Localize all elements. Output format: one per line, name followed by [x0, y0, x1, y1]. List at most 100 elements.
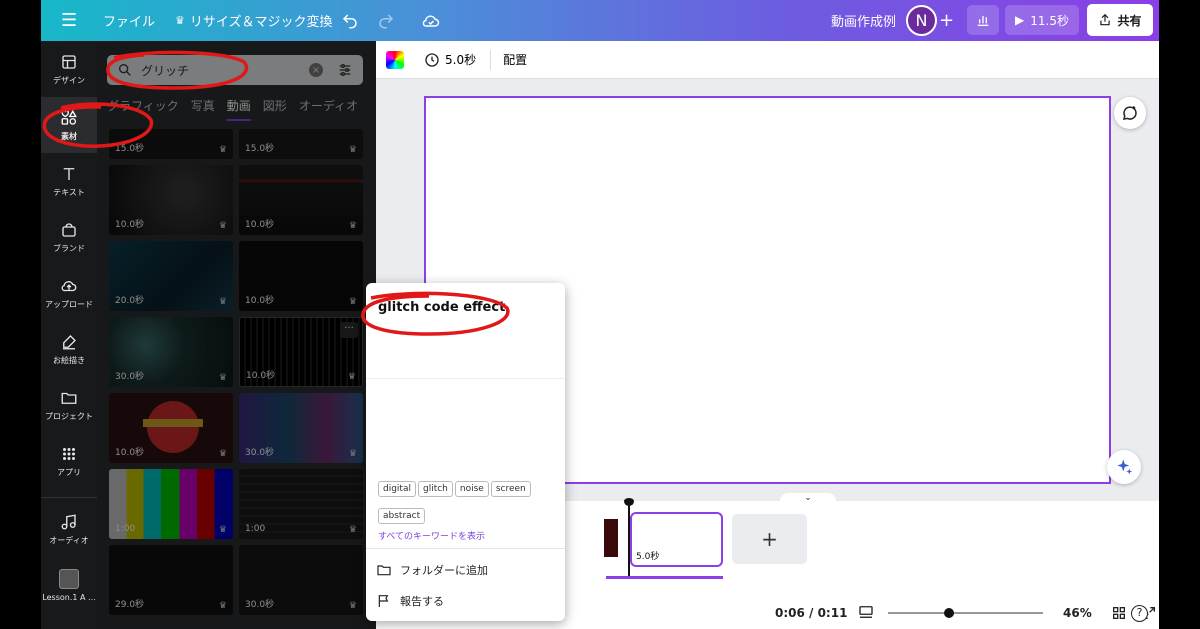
tab-videos[interactable]: 動画	[226, 97, 251, 121]
keyword-tag[interactable]: glitch	[417, 481, 453, 497]
play-duration: 11.5秒	[1030, 13, 1069, 28]
zoom-slider[interactable]	[888, 608, 1043, 618]
sidebar-item-apps[interactable]: アプリ	[41, 433, 97, 489]
toolbar-divider	[490, 49, 492, 70]
play-button[interactable]: ▶ 11.5秒	[1005, 5, 1079, 35]
filter-icon[interactable]	[337, 62, 353, 78]
video-thumb-hovered[interactable]: ··· 10.0秒 ♛	[239, 317, 363, 387]
flag-icon	[378, 595, 389, 607]
crown-icon: ♛	[347, 372, 356, 382]
clear-search-icon[interactable]: ×	[309, 63, 323, 77]
keyword-tag[interactable]: screen	[490, 481, 531, 497]
menu-button[interactable]: ☰	[61, 0, 77, 41]
share-button[interactable]: 共有	[1087, 4, 1153, 36]
sidebar-item-draw[interactable]: お絵描き	[41, 321, 97, 377]
video-results-grid: 15.0秒 ♛ 15.0秒 ♛ 10.0秒 ♛ 10.0秒 ♛ 20.0秒 ♛ …	[109, 129, 364, 629]
search-box[interactable]: ×	[107, 55, 363, 85]
popup-divider	[366, 378, 565, 379]
undo-icon	[342, 13, 357, 28]
crown-icon: ♛	[348, 221, 357, 231]
sidebar-item-elements[interactable]: 素材	[41, 97, 97, 153]
project-title[interactable]: 動画作成例	[831, 0, 896, 41]
more-options-icon[interactable]: ···	[340, 322, 358, 338]
upload-icon	[61, 280, 77, 291]
show-all-keywords-link[interactable]: すべてのキーワードを表示	[378, 529, 485, 542]
video-thumb[interactable]: 1:00 ♛	[239, 469, 363, 539]
text-icon	[63, 167, 75, 180]
tab-audio[interactable]: オーディオ	[299, 97, 358, 121]
video-thumb[interactable]: 15.0秒 ♛	[239, 129, 363, 159]
sidebar-item-brand[interactable]: ブランド	[41, 209, 97, 265]
sidebar-item-projects[interactable]: プロジェクト	[41, 377, 97, 433]
lesson-thumb-icon	[59, 568, 79, 589]
search-input[interactable]	[141, 63, 301, 77]
video-duration: 10.0秒	[115, 448, 145, 458]
video-thumb[interactable]: 10.0秒 ♛	[109, 165, 233, 235]
sidebar-item-design[interactable]: デザイン	[41, 41, 97, 97]
timeline-clip-selected[interactable]: 5.0秒	[630, 512, 723, 567]
timeline-view-icon[interactable]	[857, 603, 875, 621]
bar-chart-icon	[977, 16, 989, 26]
video-duration: 29.0秒	[115, 600, 145, 610]
video-thumb[interactable]: 29.0秒 ♛	[109, 545, 233, 615]
add-page-button[interactable]: +	[732, 514, 807, 564]
video-thumb[interactable]: 30.0秒 ♛	[109, 317, 233, 387]
video-thumb[interactable]: 15.0秒 ♛	[109, 129, 233, 159]
position-button[interactable]: 配置	[503, 51, 527, 68]
magic-assistant-button[interactable]	[1107, 450, 1141, 484]
video-thumb[interactable]: 30.0秒 ♛	[239, 393, 363, 463]
search-icon	[119, 64, 131, 76]
crown-icon: ♛	[218, 221, 227, 231]
video-thumb[interactable]: 10.0秒 ♛	[239, 165, 363, 235]
share-label: 共有	[1117, 13, 1142, 28]
resize-button[interactable]: ♛ リサイズ＆マジック変換	[175, 0, 333, 41]
help-button[interactable]: ?	[1131, 605, 1148, 622]
crown-icon: ♛	[218, 601, 227, 611]
redo-button[interactable]	[377, 0, 395, 41]
rail-divider	[41, 497, 97, 498]
sparkle-icon	[1117, 459, 1133, 475]
video-thumb[interactable]: 20.0秒 ♛	[109, 241, 233, 311]
video-thumb[interactable]: 10.0秒 ♛	[109, 393, 233, 463]
crown-icon: ♛	[218, 449, 227, 459]
sidebar-item-lesson[interactable]: Lesson.1 A ...	[41, 557, 97, 613]
zoom-level[interactable]: 46%	[1063, 606, 1092, 620]
draw-icon	[63, 334, 76, 349]
zoom-slider-knob[interactable]	[944, 608, 954, 618]
undo-button[interactable]	[341, 0, 359, 41]
video-duration: 30.0秒	[245, 600, 275, 610]
keyword-tag[interactable]: abstract	[378, 508, 426, 524]
crown-icon: ♛	[175, 14, 185, 27]
comment-plus-icon	[1122, 106, 1137, 120]
sidebar-item-audio[interactable]: オーディオ	[41, 501, 97, 557]
file-menu-button[interactable]: ファイル	[103, 0, 155, 41]
video-thumb[interactable]: 30.0秒 ♛	[239, 545, 363, 615]
report-button[interactable]: 報告する	[366, 586, 565, 616]
avatar[interactable]: N	[906, 5, 937, 36]
tab-photos[interactable]: 写真	[191, 97, 215, 121]
video-thumb[interactable]: 1:00 ♛	[109, 469, 233, 539]
keyword-tag[interactable]: digital	[378, 481, 416, 497]
sidebar-item-text[interactable]: テキスト	[41, 153, 97, 209]
add-comment-button[interactable]	[1114, 97, 1146, 129]
video-thumb[interactable]: 10.0秒 ♛	[239, 241, 363, 311]
video-info-popup: glitch code effect digital glitch noise scr…	[366, 283, 565, 621]
sidebar-item-upload[interactable]: アップロード	[41, 265, 97, 321]
duration-button[interactable]: 5.0秒	[424, 51, 476, 68]
play-icon: ▶	[1015, 13, 1025, 27]
popup-title: glitch code effect	[378, 300, 506, 315]
insights-button[interactable]	[967, 5, 999, 35]
color-picker-button[interactable]	[386, 50, 404, 69]
timeline-clip-previous[interactable]	[604, 519, 618, 557]
tab-shapes[interactable]: 図形	[263, 97, 287, 121]
crown-icon: ♛	[348, 449, 357, 459]
cloud-save-button[interactable]	[421, 0, 441, 41]
add-to-folder-button[interactable]: フォルダーに追加	[366, 555, 565, 585]
timeline-collapse-tab[interactable]: ⌄	[780, 493, 836, 505]
playhead-marker-icon	[624, 498, 634, 506]
tab-graphics[interactable]: グラフィック	[107, 97, 179, 121]
keyword-tag[interactable]: noise	[454, 481, 489, 497]
invite-button[interactable]: +	[939, 0, 954, 41]
red-face-graphic	[147, 401, 199, 453]
grid-view-icon[interactable]	[1111, 605, 1127, 621]
